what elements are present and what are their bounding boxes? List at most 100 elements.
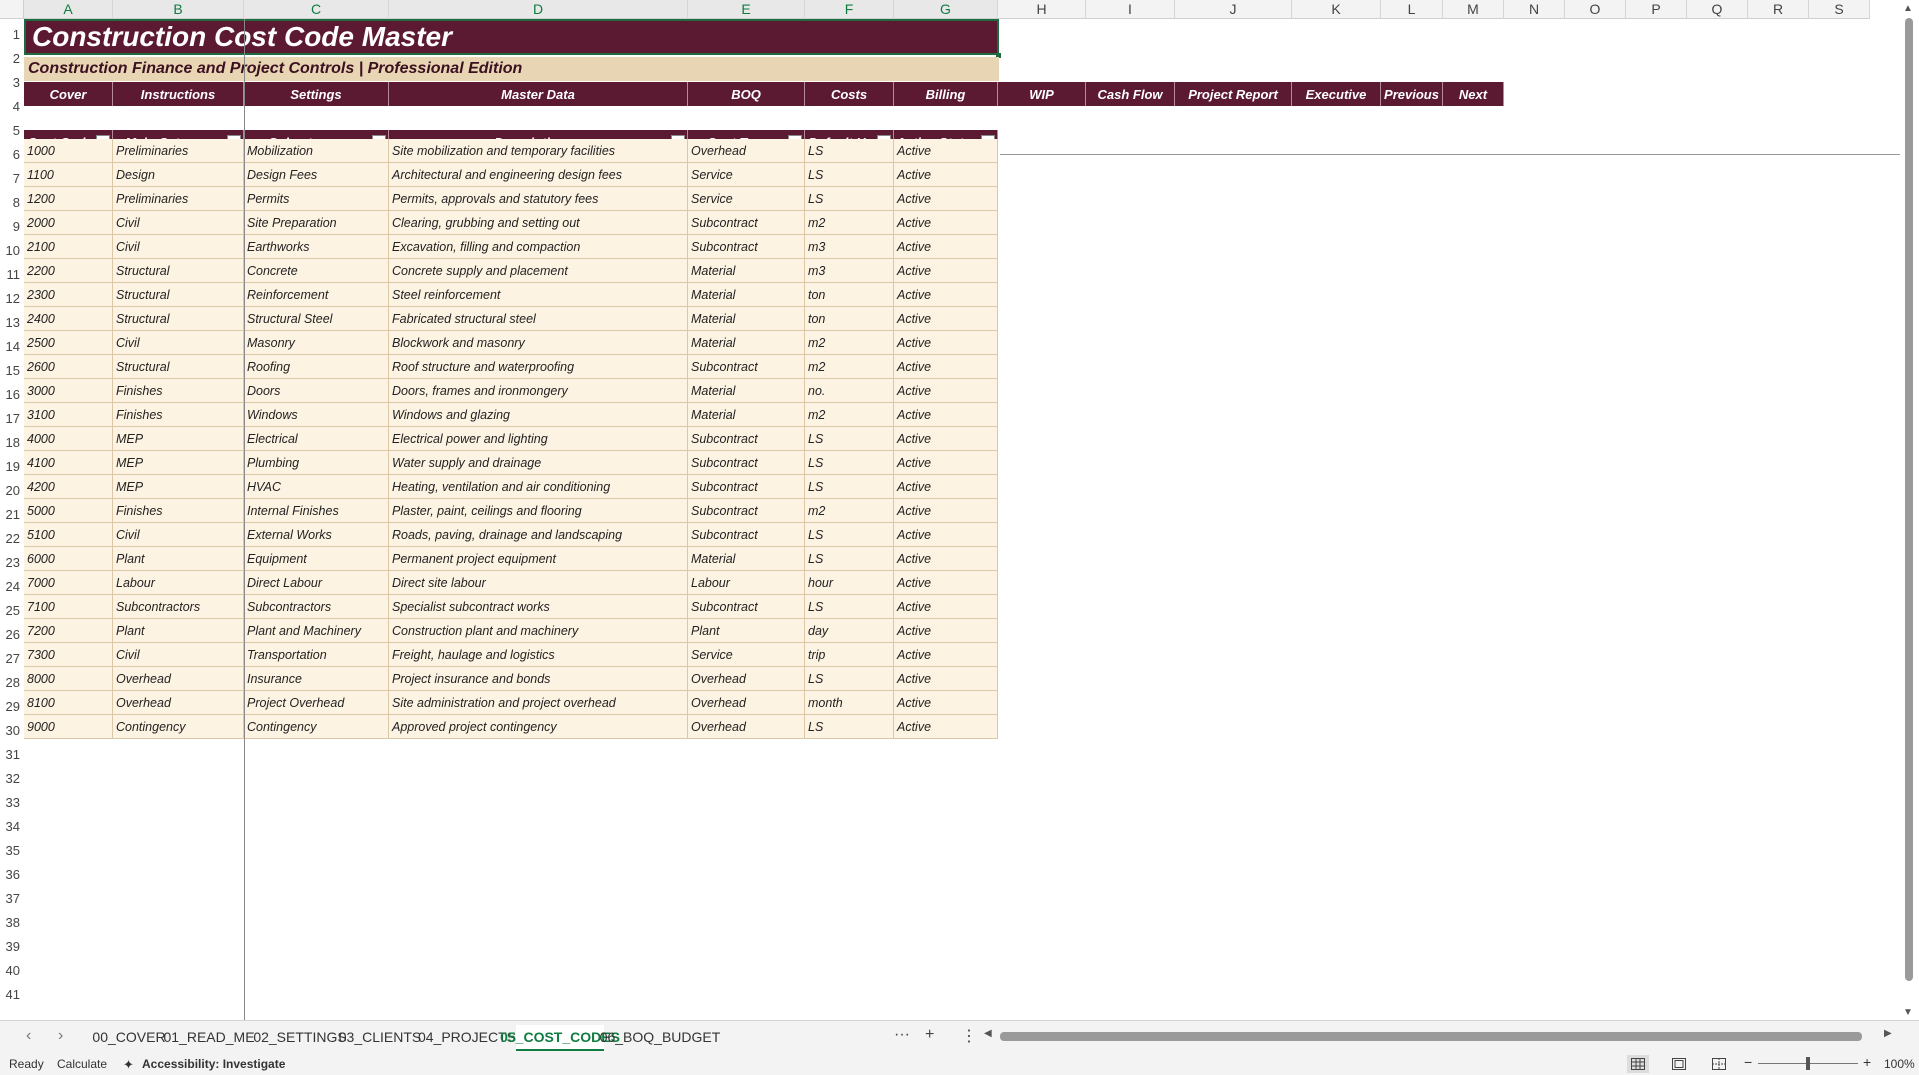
table-cell[interactable]: Labour xyxy=(688,571,805,595)
sheet-tab[interactable]: 03_CLIENTS xyxy=(339,1025,421,1049)
nav-button-billing[interactable]: Billing xyxy=(894,82,998,106)
table-cell[interactable]: Contingency xyxy=(113,715,244,739)
table-cell[interactable]: Structural xyxy=(113,307,244,331)
row-header[interactable]: 36 xyxy=(0,859,24,883)
table-cell[interactable]: Plant xyxy=(688,619,805,643)
row-header[interactable]: 39 xyxy=(0,931,24,955)
table-cell[interactable]: Reinforcement xyxy=(244,283,389,307)
table-cell[interactable]: Structural xyxy=(113,283,244,307)
sheet-tab[interactable]: 00_COVER xyxy=(92,1025,165,1049)
table-cell[interactable]: Active xyxy=(894,643,998,667)
nav-button-costs[interactable]: Costs xyxy=(805,82,894,106)
table-cell[interactable]: Overhead xyxy=(688,139,805,163)
nav-button-instructions[interactable]: Instructions xyxy=(113,82,244,106)
table-cell[interactable]: Active xyxy=(894,451,998,475)
table-cell[interactable]: LS xyxy=(805,595,894,619)
table-cell[interactable]: Active xyxy=(894,187,998,211)
table-cell[interactable]: Site Preparation xyxy=(244,211,389,235)
column-header[interactable]: C xyxy=(244,0,389,19)
normal-view-icon[interactable] xyxy=(1627,1055,1649,1073)
nav-button-cover[interactable]: Cover xyxy=(24,82,113,106)
table-cell[interactable]: 3100 xyxy=(24,403,113,427)
table-cell[interactable]: Internal Finishes xyxy=(244,499,389,523)
sheet-tab[interactable]: 04_PROJECTS xyxy=(418,1025,516,1049)
table-cell[interactable]: Overhead xyxy=(113,667,244,691)
row-header[interactable]: 30 xyxy=(0,715,24,739)
table-cell[interactable]: 2600 xyxy=(24,355,113,379)
page-break-view-icon[interactable] xyxy=(1708,1055,1730,1073)
row-header[interactable]: 11 xyxy=(0,259,24,283)
sheet-tab[interactable]: 01_READ_ME xyxy=(163,1025,254,1049)
sheet-tab[interactable]: 02_SETTINGS xyxy=(253,1025,346,1049)
table-cell[interactable]: 2000 xyxy=(24,211,113,235)
table-cell[interactable]: Freight, haulage and logistics xyxy=(389,643,688,667)
table-cell[interactable]: 7100 xyxy=(24,595,113,619)
tab-prev-icon[interactable]: ‹ xyxy=(26,1027,31,1045)
table-cell[interactable]: 4000 xyxy=(24,427,113,451)
column-header[interactable]: F xyxy=(805,0,894,19)
table-cell[interactable]: Active xyxy=(894,523,998,547)
table-cell[interactable]: m3 xyxy=(805,235,894,259)
table-cell[interactable]: Finishes xyxy=(113,403,244,427)
table-cell[interactable]: Masonry xyxy=(244,331,389,355)
table-cell[interactable]: Active xyxy=(894,619,998,643)
row-header[interactable]: 27 xyxy=(0,643,24,667)
row-header[interactable]: 17 xyxy=(0,403,24,427)
row-header[interactable]: 19 xyxy=(0,451,24,475)
table-cell[interactable]: 8000 xyxy=(24,667,113,691)
table-cell[interactable]: Architectural and engineering design fee… xyxy=(389,163,688,187)
table-cell[interactable]: Active xyxy=(894,355,998,379)
table-cell[interactable]: 5000 xyxy=(24,499,113,523)
table-cell[interactable]: Active xyxy=(894,163,998,187)
table-cell[interactable]: Excavation, filling and compaction xyxy=(389,235,688,259)
table-cell[interactable]: Specialist subcontract works xyxy=(389,595,688,619)
horizontal-scroll-thumb[interactable] xyxy=(1000,1032,1862,1041)
table-cell[interactable]: Active xyxy=(894,211,998,235)
table-cell[interactable]: Contingency xyxy=(244,715,389,739)
column-header[interactable]: Q xyxy=(1687,0,1748,19)
table-cell[interactable]: Active xyxy=(894,307,998,331)
table-cell[interactable]: 1200 xyxy=(24,187,113,211)
add-sheet-button[interactable]: + xyxy=(925,1026,934,1044)
table-cell[interactable]: m2 xyxy=(805,211,894,235)
zoom-slider-knob[interactable] xyxy=(1806,1057,1810,1070)
column-header[interactable]: J xyxy=(1175,0,1292,19)
table-cell[interactable]: Concrete xyxy=(244,259,389,283)
row-header[interactable]: 38 xyxy=(0,907,24,931)
table-cell[interactable]: Civil xyxy=(113,211,244,235)
table-cell[interactable]: Overhead xyxy=(688,691,805,715)
table-cell[interactable]: Civil xyxy=(113,331,244,355)
table-cell[interactable]: Active xyxy=(894,715,998,739)
table-cell[interactable]: Site mobilization and temporary faciliti… xyxy=(389,139,688,163)
table-cell[interactable]: 8100 xyxy=(24,691,113,715)
table-cell[interactable]: Subcontract xyxy=(688,451,805,475)
table-cell[interactable]: Overhead xyxy=(113,691,244,715)
table-cell[interactable]: Preliminaries xyxy=(113,139,244,163)
table-cell[interactable]: Service xyxy=(688,187,805,211)
table-cell[interactable]: LS xyxy=(805,523,894,547)
table-cell[interactable]: Active xyxy=(894,259,998,283)
row-header[interactable]: 9 xyxy=(0,211,24,235)
column-header[interactable]: G xyxy=(894,0,998,19)
scroll-down-arrow-icon[interactable]: ▼ xyxy=(1903,1007,1913,1018)
table-cell[interactable]: 4200 xyxy=(24,475,113,499)
column-header[interactable]: B xyxy=(113,0,244,19)
nav-button-settings[interactable]: Settings xyxy=(244,82,389,106)
table-cell[interactable]: 6000 xyxy=(24,547,113,571)
table-cell[interactable]: Construction plant and machinery xyxy=(389,619,688,643)
table-cell[interactable]: Overhead xyxy=(688,667,805,691)
table-cell[interactable]: Equipment xyxy=(244,547,389,571)
table-cell[interactable]: Windows and glazing xyxy=(389,403,688,427)
table-cell[interactable]: Blockwork and masonry xyxy=(389,331,688,355)
table-cell[interactable]: Active xyxy=(894,667,998,691)
table-cell[interactable]: Electrical xyxy=(244,427,389,451)
row-header[interactable]: 13 xyxy=(0,307,24,331)
table-cell[interactable]: Subcontractors xyxy=(244,595,389,619)
table-cell[interactable]: Design Fees xyxy=(244,163,389,187)
table-cell[interactable]: Active xyxy=(894,427,998,451)
table-cell[interactable]: 9000 xyxy=(24,715,113,739)
row-header[interactable]: 2 xyxy=(0,43,24,67)
row-header[interactable]: 41 xyxy=(0,979,24,1003)
column-header[interactable]: R xyxy=(1748,0,1809,19)
table-cell[interactable]: Doors xyxy=(244,379,389,403)
